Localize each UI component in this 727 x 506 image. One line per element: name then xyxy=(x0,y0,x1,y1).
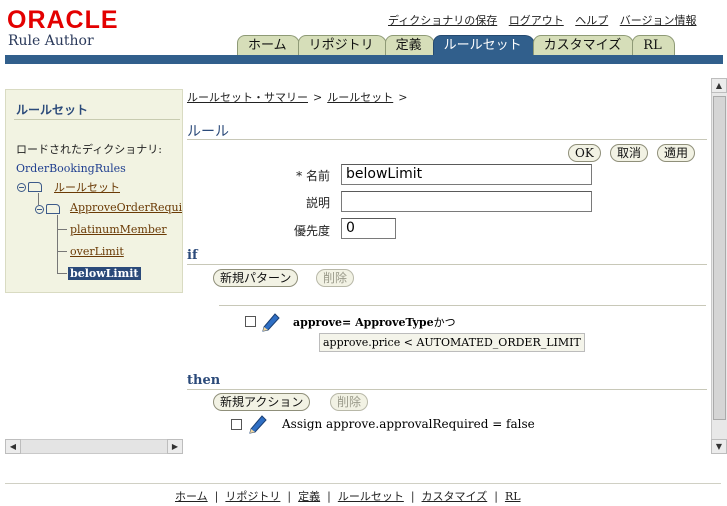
header-bar xyxy=(5,55,723,64)
scroll-left-button[interactable]: ◀ xyxy=(5,439,21,454)
delete-pattern-button[interactable]: 削除 xyxy=(316,269,355,287)
footer-links: ホーム | リポジトリ | 定義 | ルールセット | カスタマイズ | RL xyxy=(175,488,521,504)
save-dictionary-link[interactable]: ディクショナリの保存 xyxy=(388,14,497,27)
page-title: ルール xyxy=(187,124,229,140)
tree-panel-title: ルールセット xyxy=(16,103,89,117)
breadcrumb-separator: > xyxy=(313,91,323,104)
scroll-down-button[interactable]: ▼ xyxy=(711,439,727,454)
title-divider xyxy=(187,139,707,140)
footer-separator: | xyxy=(214,490,219,503)
action-checkbox[interactable] xyxy=(231,419,242,430)
then-divider xyxy=(187,389,707,390)
global-links: ディクショナリの保存 ログアウト ヘルプ バージョン情報 xyxy=(388,12,705,28)
footer-link-home[interactable]: ホーム xyxy=(175,490,208,503)
tree-connector xyxy=(57,229,67,230)
app-name: Rule Author xyxy=(8,33,94,49)
breadcrumb-separator: > xyxy=(398,91,408,104)
tab-definitions[interactable]: 定義 xyxy=(384,35,435,55)
footer-separator: | xyxy=(494,490,498,503)
tree-connector xyxy=(57,251,67,252)
pattern-divider xyxy=(219,305,706,306)
delete-action-button[interactable]: 削除 xyxy=(330,393,369,411)
folder-icon xyxy=(28,182,42,192)
tree-connector xyxy=(57,273,67,274)
footer-divider xyxy=(5,483,721,484)
if-keyword: if xyxy=(187,248,198,263)
scrollbar-thumb[interactable] xyxy=(713,96,726,420)
folder-icon xyxy=(46,204,60,214)
edit-pencil-icon[interactable] xyxy=(260,310,282,332)
footer-separator: | xyxy=(327,490,331,503)
tree-node-rule[interactable]: platinumMember xyxy=(70,223,167,236)
pattern-conjunction: かつ xyxy=(433,316,456,329)
breadcrumb-ruleset-summary[interactable]: ルールセット・サマリー xyxy=(187,91,308,104)
pattern-test-expression[interactable]: approve.price < AUTOMATED_ORDER_LIMIT xyxy=(319,333,585,352)
tree-node-rule[interactable]: overLimit xyxy=(70,245,124,258)
action-expression: Assign approve.approvalRequired = false xyxy=(282,417,535,431)
ok-button[interactable]: OK xyxy=(568,144,601,162)
loaded-dictionary-label: ロードされたディクショナリ: xyxy=(16,143,162,156)
logout-link[interactable]: ログアウト xyxy=(509,14,564,27)
footer-separator: | xyxy=(410,490,415,503)
version-info-link[interactable]: バージョン情報 xyxy=(620,14,697,27)
scroll-right-button[interactable]: ▶ xyxy=(167,439,183,454)
priority-label: 優先度 xyxy=(293,224,330,238)
tab-rl[interactable]: RL xyxy=(632,35,675,55)
tab-customize[interactable]: カスタマイズ xyxy=(532,35,635,55)
loaded-dictionary-name: OrderBookingRules xyxy=(16,162,126,175)
priority-input[interactable]: 0 xyxy=(341,218,396,239)
name-label: * 名前 xyxy=(296,169,330,183)
tree-horizontal-scrollbar[interactable]: ◀ ▶ xyxy=(5,439,183,454)
cancel-button[interactable]: 取消 xyxy=(610,144,649,162)
edit-pencil-icon[interactable] xyxy=(247,412,269,434)
footer-separator: | xyxy=(287,490,292,503)
description-label: 説明 xyxy=(305,196,330,210)
pattern-checkbox[interactable] xyxy=(245,316,256,327)
tab-repository[interactable]: リポジトリ xyxy=(297,35,387,55)
pattern-variable: approve xyxy=(293,316,343,329)
new-action-button[interactable]: 新規アクション xyxy=(213,393,311,411)
tab-rulesets[interactable]: ルールセット xyxy=(432,35,535,55)
tab-home[interactable]: ホーム xyxy=(237,35,300,55)
tree-connector xyxy=(57,215,58,274)
apply-button[interactable]: 適用 xyxy=(657,144,696,162)
help-link[interactable]: ヘルプ xyxy=(575,14,608,27)
tree-node-rulesets[interactable]: ルールセット xyxy=(54,179,120,195)
footer-link-rl[interactable]: RL xyxy=(505,490,521,503)
ruleset-tree-panel: ルールセット ロードされたディクショナリ: OrderBookingRules … xyxy=(5,89,183,293)
footer-link-rulesets[interactable]: ルールセット xyxy=(338,490,404,503)
name-input[interactable]: belowLimit xyxy=(341,164,592,185)
then-keyword: then xyxy=(187,373,221,388)
main-tabs: ホーム リポジトリ 定義 ルールセット カスタマイズ RL xyxy=(237,35,675,55)
tree-connector xyxy=(38,193,39,205)
breadcrumb-ruleset[interactable]: ルールセット xyxy=(327,91,393,104)
new-pattern-button[interactable]: 新規パターン xyxy=(213,269,299,287)
footer-link-repository[interactable]: リポジトリ xyxy=(225,490,280,503)
collapse-icon[interactable] xyxy=(17,183,26,192)
pattern-expression: approve= ApproveTypeかつ xyxy=(293,314,456,330)
tree-node-ruleset[interactable]: ApproveOrderRequir xyxy=(70,201,182,214)
if-divider xyxy=(187,264,707,265)
tree-panel-divider xyxy=(14,119,180,120)
breadcrumb: ルールセット・サマリー > ルールセット > xyxy=(187,89,412,105)
collapse-icon[interactable] xyxy=(35,205,44,214)
footer-link-customize[interactable]: カスタマイズ xyxy=(422,490,488,503)
footer-link-definitions[interactable]: 定義 xyxy=(298,490,320,503)
description-input[interactable] xyxy=(341,191,592,212)
scroll-up-button[interactable]: ▲ xyxy=(711,78,727,93)
oracle-logo: ORACLE xyxy=(7,6,119,34)
tree-node-rule-selected[interactable]: belowLimit xyxy=(68,267,141,280)
pattern-type: = ApproveType xyxy=(342,316,434,329)
vertical-scrollbar[interactable]: ▲ ▼ xyxy=(711,78,727,454)
